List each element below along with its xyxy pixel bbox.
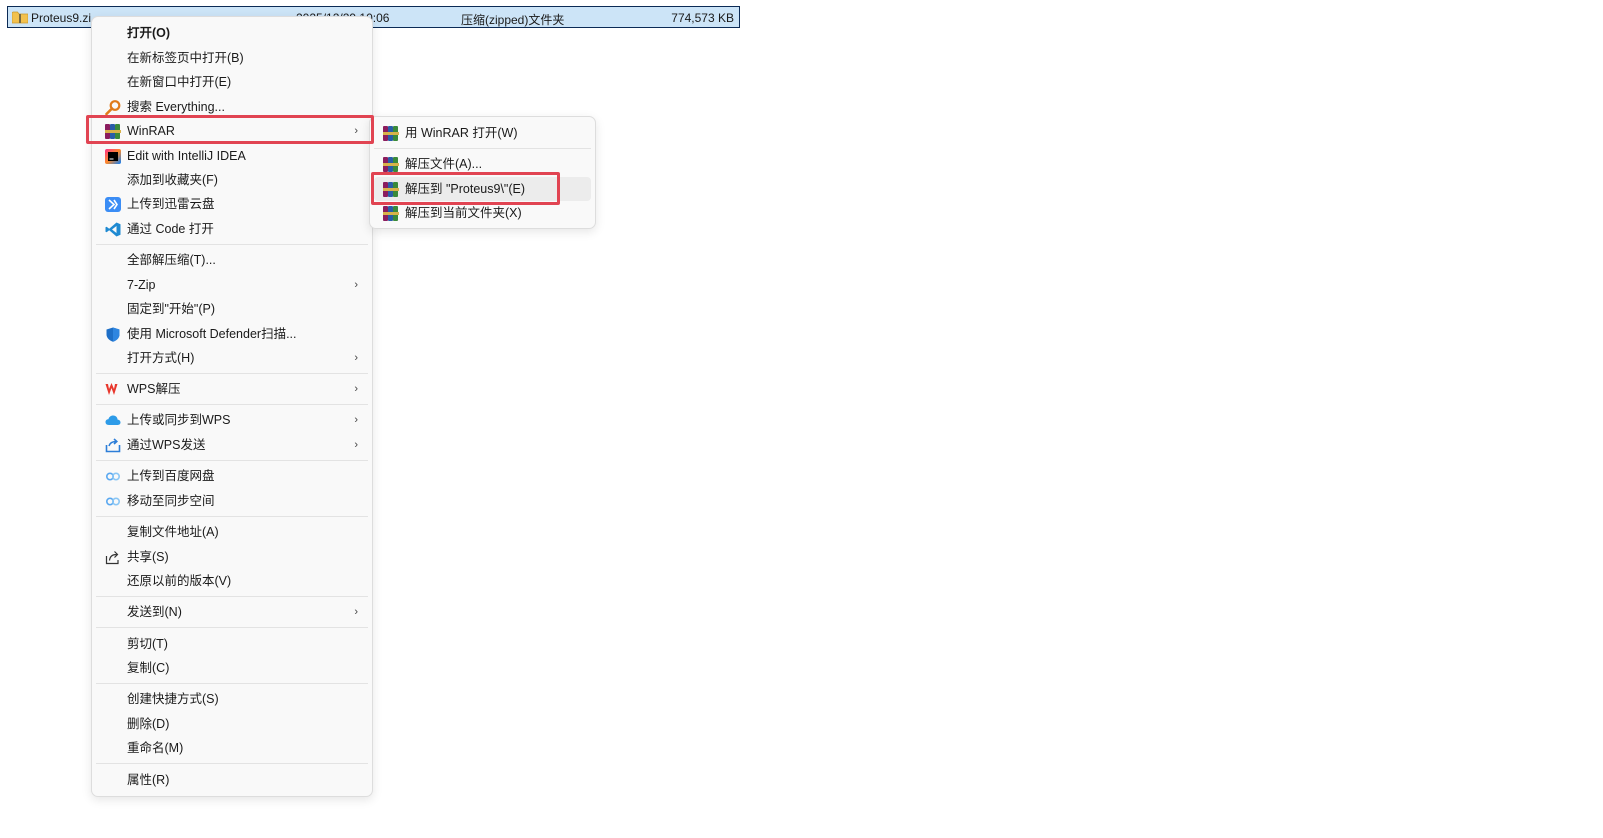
winrar-icon [383,126,399,141]
chevron-right-icon: › [354,352,358,364]
menu-item-properties[interactable]: 属性(R) [96,768,368,792]
menu-item-label: 在新窗口中打开(E) [127,75,232,89]
menu-item-copy[interactable]: 复制(C) [96,656,368,680]
menu-separator [374,148,591,149]
menu-item-label: 还原以前的版本(V) [127,574,232,588]
menu-item-open-new-window[interactable]: 在新窗口中打开(E) [96,70,368,94]
menu-item-label: 删除(D) [127,717,170,731]
menu-item-label: 属性(R) [127,773,170,787]
menu-separator [96,763,368,764]
annotation-box-extract-to [371,172,560,205]
menu-item-extract-all[interactable]: 全部解压缩(T)... [96,248,368,272]
menu-item-share[interactable]: 共享(S) [96,545,368,569]
menu-item-restore-versions[interactable]: 还原以前的版本(V) [96,569,368,593]
menu-item-cut[interactable]: 剪切(T) [96,632,368,656]
menu-item-label: 移动至同步空间 [127,494,215,508]
submenu-item-open-with-winrar[interactable]: 用 WinRAR 打开(W) [374,121,591,145]
menu-item-label: 发送到(N) [127,605,182,619]
menu-item-label: 7-Zip [127,278,156,292]
menu-item-label: 复制(C) [127,661,170,675]
baidu-netdisk-icon [105,472,121,481]
wps-icon [105,383,118,395]
menu-separator [96,373,368,374]
menu-item-create-shortcut[interactable]: 创建快捷方式(S) [96,687,368,711]
menu-separator [96,683,368,684]
baidu-netdisk-icon [105,497,121,506]
menu-item-wps-send[interactable]: 通过WPS发送 › [96,433,368,457]
menu-item-label: 添加到收藏夹(F) [127,173,218,187]
menu-item-label: 上传或同步到WPS [127,413,231,427]
menu-item-label: 打开方式(H) [127,351,195,365]
menu-item-label: 共享(S) [127,550,169,564]
chevron-right-icon: › [354,439,358,451]
menu-item-label: 打开(O) [127,26,171,40]
menu-item-label: 上传到百度网盘 [127,469,215,483]
menu-item-open[interactable]: 打开(O) [96,21,368,45]
winrar-icon [383,157,399,172]
menu-separator [96,516,368,517]
chevron-right-icon: › [354,383,358,395]
annotation-box-winrar [86,115,374,144]
menu-separator [96,460,368,461]
menu-item-label: 重命名(M) [127,741,184,755]
wps-cloud-icon [105,415,121,425]
menu-item-label: 通过WPS发送 [127,438,206,452]
menu-item-label: 在新标签页中打开(B) [127,51,244,65]
menu-item-wps-extract[interactable]: WPS解压 › [96,377,368,401]
menu-item-label: 固定到"开始"(P) [127,302,216,316]
menu-item-label: WPS解压 [127,382,181,396]
menu-item-wps-upload-sync[interactable]: 上传或同步到WPS › [96,408,368,432]
zip-folder-icon [12,11,28,24]
menu-item-label: 上传到迅雷云盘 [127,197,215,211]
menu-item-baidu-upload[interactable]: 上传到百度网盘 [96,464,368,488]
winrar-icon [383,206,399,221]
menu-item-label: 使用 Microsoft Defender扫描... [127,327,297,341]
menu-item-defender[interactable]: 使用 Microsoft Defender扫描... [96,322,368,346]
file-name: Proteus9.zi [31,11,92,25]
chevron-right-icon: › [354,414,358,426]
menu-item-copy-path[interactable]: 复制文件地址(A) [96,520,368,544]
share-icon [105,551,119,565]
menu-item-rename[interactable]: 重命名(M) [96,736,368,760]
intellij-icon [105,149,121,164]
menu-item-add-favorites[interactable]: 添加到收藏夹(F) [96,168,368,192]
menu-item-pin-start[interactable]: 固定到"开始"(P) [96,297,368,321]
menu-item-label: 用 WinRAR 打开(W) [405,126,518,140]
wps-send-icon [105,438,121,453]
menu-item-label: 全部解压缩(T)... [127,253,216,267]
menu-separator [96,627,368,628]
menu-item-label: Edit with IntelliJ IDEA [127,149,246,163]
menu-item-label: 复制文件地址(A) [127,525,219,539]
menu-separator [96,404,368,405]
file-type: 压缩(zipped)文件夹 [461,13,565,27]
menu-item-label: 剪切(T) [127,637,168,651]
menu-item-send-to[interactable]: 发送到(N) › [96,600,368,624]
vscode-icon [105,222,121,237]
menu-item-open-with[interactable]: 打开方式(H) › [96,346,368,370]
chevron-right-icon: › [354,279,358,291]
menu-item-label: 通过 Code 打开 [127,222,214,236]
menu-item-baidu-sync[interactable]: 移动至同步空间 [96,489,368,513]
chevron-right-icon: › [354,606,358,618]
menu-item-label: 创建快捷方式(S) [127,692,219,706]
menu-item-edit-intellij[interactable]: Edit with IntelliJ IDEA [96,144,368,168]
xunlei-icon [105,197,121,212]
menu-item-delete[interactable]: 删除(D) [96,712,368,736]
menu-item-upload-xunlei[interactable]: 上传到迅雷云盘 [96,192,368,216]
menu-item-open-code[interactable]: 通过 Code 打开 [96,217,368,241]
menu-separator [96,244,368,245]
menu-separator [96,596,368,597]
everything-search-icon [105,100,121,115]
defender-shield-icon [106,327,120,342]
menu-item-7zip[interactable]: 7-Zip › [96,273,368,297]
file-size: 774,573 KB [671,11,734,25]
menu-item-open-new-tab[interactable]: 在新标签页中打开(B) [96,46,368,70]
